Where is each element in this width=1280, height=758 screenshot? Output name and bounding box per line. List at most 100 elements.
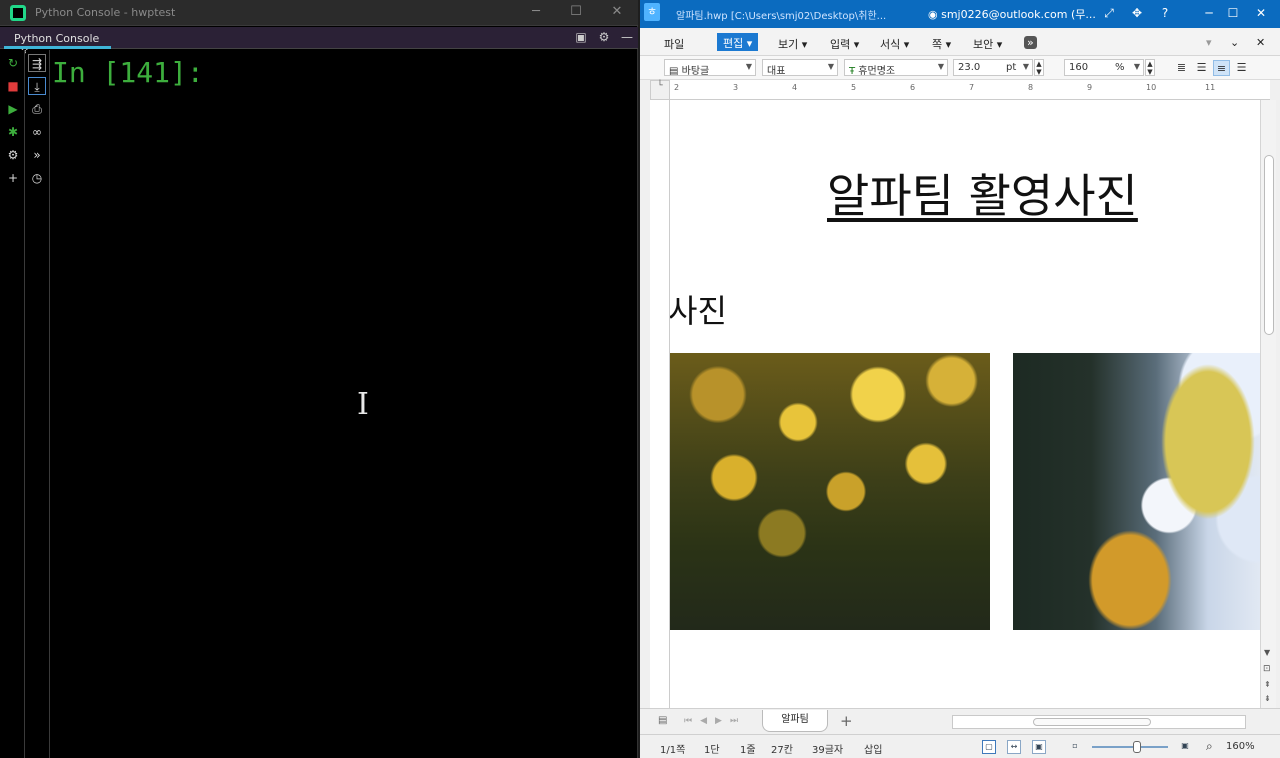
horizontal-scrollbar[interactable]	[952, 715, 1246, 729]
menu-file[interactable]: 파일	[664, 36, 684, 52]
zoom-slider-handle[interactable]	[1133, 741, 1141, 753]
status-chars: 39글자	[812, 745, 844, 756]
font-select[interactable]: Ŧ 휴먼명조 ▼	[844, 59, 948, 76]
maximize-icon[interactable]: ☐	[1224, 6, 1242, 20]
pycharm-console-window: Python Console - hwptest ─ ☐ ✕ Python Co…	[0, 0, 638, 758]
ribbon-collapse-icon[interactable]: ⌄	[1230, 36, 1239, 49]
close-icon[interactable]: ✕	[1252, 6, 1270, 20]
search-dropdown-icon[interactable]: ▾	[1206, 36, 1212, 49]
print-icon[interactable]: ⎙	[28, 100, 46, 118]
scroll-to-end-icon[interactable]: ⤓	[28, 77, 46, 95]
debug-icon[interactable]: ✱	[4, 123, 22, 141]
status-page[interactable]: 1/1쪽	[660, 741, 685, 756]
minimize-icon[interactable]: ─	[1200, 6, 1218, 20]
ruler-corner-icon[interactable]: └	[650, 80, 670, 100]
user-account[interactable]: ◉ smj0226@outlook.com (무...	[928, 6, 1096, 22]
menu-security[interactable]: 보안 ▾	[973, 36, 1002, 52]
help-icon[interactable]: ?	[1156, 6, 1174, 20]
vertical-scrollbar[interactable]: ▼ ⊡ ⇞ ⇟	[1260, 100, 1276, 708]
chevron-down-icon: ▼	[1133, 62, 1140, 71]
status-insert-mode[interactable]: 삽입	[864, 741, 882, 756]
ruler-number: 3	[733, 83, 739, 92]
menu-insert[interactable]: 입력 ▾	[830, 36, 859, 52]
full-page-view-icon[interactable]: ▣	[1032, 740, 1046, 754]
font-type-icon: Ŧ	[849, 66, 856, 76]
status-zoom[interactable]: 160%	[1226, 741, 1255, 752]
fullscreen-icon[interactable]: ⤢	[1100, 6, 1118, 21]
toolbar-toggle-icon[interactable]: ✥	[1128, 6, 1146, 20]
zoom-out-icon[interactable]: ▫	[1068, 740, 1082, 754]
style-select[interactable]: ▤ 바탕글 ▼	[664, 59, 756, 76]
menu-format-label: 서식	[880, 38, 901, 51]
history-icon[interactable]: ◷	[28, 169, 46, 187]
font-size-input[interactable]: 23.0 pt ▼	[953, 59, 1033, 76]
menu-view[interactable]: 보기 ▾	[778, 36, 807, 52]
vertical-ruler[interactable]	[650, 100, 670, 708]
ruler-number: 8	[1028, 83, 1034, 92]
close-doc-icon[interactable]: ✕	[1256, 36, 1265, 49]
scrollbar-thumb[interactable]	[1264, 155, 1274, 335]
menu-insert-label: 입력	[830, 38, 851, 51]
page-width-view-icon[interactable]: ↔	[1007, 740, 1021, 754]
execute-icon[interactable]: »	[28, 146, 46, 164]
gear-icon[interactable]: ⚙	[596, 30, 612, 44]
tab-label: Python Console	[14, 32, 100, 45]
horizontal-ruler[interactable]: 2 3 4 5 6 7 8 9 10 11	[670, 80, 1270, 100]
scroll-down-icon[interactable]: ▼	[1264, 648, 1270, 657]
ruler-number: 2	[674, 83, 680, 92]
more-menu-icon[interactable]: »	[1024, 36, 1037, 49]
language-select[interactable]: 대표 ▼	[762, 59, 838, 76]
chevron-down-icon: ▼	[827, 62, 834, 71]
zoom-in-icon[interactable]: ▣	[1178, 740, 1192, 754]
document-title[interactable]: 알파팀 활영사진	[827, 160, 1138, 226]
menu-edit-label: 편집	[723, 37, 744, 50]
zoom-value: 160	[1069, 62, 1089, 73]
ruler-number: 9	[1087, 83, 1093, 92]
status-bar: 1/1쪽 1단 1줄 27칸 39글자 삽입 ▢ ↔ ▣ ▫ ▣ ⌕ 160%	[640, 734, 1280, 758]
minimize-icon[interactable]: ─	[528, 4, 544, 19]
hscroll-thumb[interactable]	[1033, 718, 1151, 726]
sheet-list-icon[interactable]: ▤	[658, 715, 667, 726]
align-justify-icon[interactable]: ≣	[1173, 60, 1190, 76]
hide-icon[interactable]: —	[619, 30, 635, 44]
zoom-input[interactable]: 160 % ▼	[1064, 59, 1144, 76]
zoom-slider[interactable]	[1092, 746, 1168, 748]
maximize-icon[interactable]: ☐	[568, 4, 584, 19]
magnifier-icon[interactable]: ⌕	[1206, 739, 1213, 754]
rerun-icon[interactable]: ↻	[4, 54, 22, 72]
photo-yellow-maple-leaves[interactable]	[670, 353, 990, 630]
zoom-stepper[interactable]: ▲ ▼	[1145, 59, 1155, 76]
close-icon[interactable]: ✕	[609, 4, 625, 19]
page-up-icon[interactable]: ⇞	[1264, 680, 1271, 689]
ruler-number: 4	[792, 83, 798, 92]
sheet-nav-icons[interactable]: ⏮◀▶⏭	[684, 716, 746, 726]
align-left-icon[interactable]: ☰	[1193, 60, 1210, 76]
document-subtitle[interactable]: 사진	[670, 286, 727, 332]
font-size-stepper[interactable]: ▲ ▼	[1034, 59, 1044, 76]
align-right-icon[interactable]: ☰	[1233, 60, 1250, 76]
stop-icon[interactable]: ■	[4, 77, 22, 95]
layout-icon[interactable]: ▣	[573, 30, 589, 44]
settings-icon[interactable]: ⚙	[4, 146, 22, 164]
menu-page-label: 쪽	[932, 38, 943, 51]
show-variables-icon[interactable]: ∞	[28, 123, 46, 141]
add-icon[interactable]: +	[4, 169, 22, 187]
run-icon[interactable]: ▶	[4, 100, 22, 118]
menu-page[interactable]: 쪽 ▾	[932, 36, 951, 52]
page-down-icon[interactable]: ⇟	[1264, 694, 1271, 703]
align-center-icon[interactable]: ≡	[1213, 60, 1230, 76]
add-sheet-icon[interactable]: +	[840, 712, 853, 730]
document-page[interactable]: 알파팀 활영사진 사진	[670, 100, 1260, 708]
console-prompt[interactable]: In [141]:	[52, 56, 204, 89]
tab-python-console[interactable]: Python Console ×	[4, 27, 111, 58]
pycharm-titlebar: Python Console - hwptest ─ ☐ ✕	[0, 0, 638, 26]
hwp-window: ㅎ 알파팀.hwp [C:\Users\smj02\Desktop\취한... …	[640, 0, 1280, 758]
soft-wrap-icon[interactable]: ⇶	[28, 54, 46, 72]
normal-view-icon[interactable]: ▢	[982, 740, 996, 754]
photo-autumn-leaf-sky[interactable]	[1013, 353, 1260, 630]
menu-edit[interactable]: 편집 ▾	[717, 33, 759, 51]
window-title: Python Console - hwptest	[35, 6, 176, 19]
sheet-tab-alpha[interactable]: 알파팀	[762, 710, 828, 732]
prev-page-icon[interactable]: ⊡	[1263, 664, 1271, 674]
menu-format[interactable]: 서식 ▾	[880, 36, 909, 52]
